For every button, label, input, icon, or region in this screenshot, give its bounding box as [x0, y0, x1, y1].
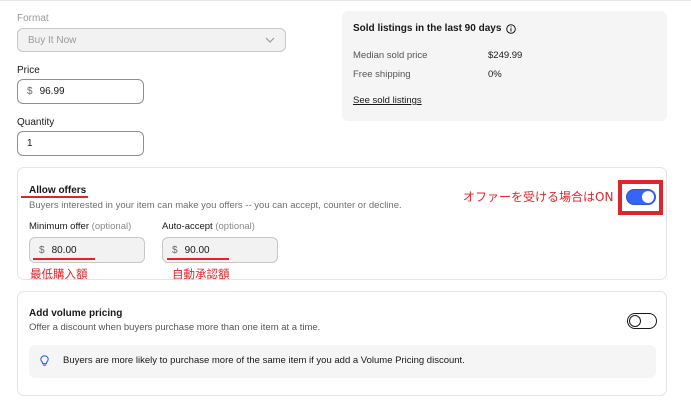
auto-accept-value: 90.00 [184, 244, 210, 256]
auto-accept-label: Auto-accept (optional) [162, 221, 255, 232]
auto-accept-underline [167, 258, 229, 260]
median-sold-price-label: Median sold price [353, 50, 428, 61]
info-icon[interactable] [506, 23, 517, 34]
toggle-knob [629, 314, 641, 327]
price-value: 96.99 [39, 86, 65, 97]
lightbulb-icon [40, 355, 49, 366]
price-input[interactable]: $ 96.99 [17, 79, 144, 104]
format-select[interactable]: Buy It Now [17, 28, 286, 52]
toggle-annotation: オファーを受ける場合はON [463, 190, 614, 204]
quantity-input[interactable]: 1 [17, 131, 144, 156]
volume-pricing-toggle[interactable] [627, 313, 657, 329]
toggle-knob [642, 191, 654, 203]
price-label: Price [17, 65, 40, 76]
sold-listings-card: Sold listings in the last 90 days Median… [342, 11, 667, 121]
free-shipping-value: 0% [488, 69, 502, 80]
top-divider [0, 0, 691, 1]
auto-accept-currency: $ [172, 244, 178, 256]
quantity-value: 1 [27, 138, 33, 149]
allow-offers-title: Allow offers [29, 185, 87, 196]
allow-offers-toggle[interactable] [626, 189, 656, 205]
format-label: Format [17, 13, 49, 24]
allow-offers-description: Buyers interested in your item can make … [29, 200, 402, 211]
volume-pricing-description: Offer a discount when buyers purchase mo… [29, 322, 321, 333]
quantity-label: Quantity [17, 117, 55, 128]
auto-accept-annotation: 自動承認額 [172, 267, 230, 281]
volume-pricing-title: Add volume pricing [29, 308, 123, 319]
free-shipping-label: Free shipping [353, 69, 411, 80]
minimum-offer-underline [33, 258, 95, 260]
minimum-offer-value: 80.00 [51, 244, 77, 256]
allow-offers-underline [21, 196, 88, 198]
minimum-offer-label: Minimum offer (optional) [29, 221, 132, 232]
median-sold-price-value: $249.99 [488, 50, 523, 61]
volume-pricing-tip-text: Buyers are more likely to purchase more … [63, 355, 465, 366]
sold-listings-header: Sold listings in the last 90 days [353, 23, 517, 34]
sold-listings-title: Sold listings in the last 90 days [353, 23, 502, 34]
price-currency: $ [27, 86, 33, 97]
minimum-offer-annotation: 最低購入額 [30, 267, 88, 281]
format-select-value: Buy It Now [28, 34, 77, 46]
chevron-down-icon [265, 37, 275, 43]
see-sold-listings-link[interactable]: See sold listings [353, 95, 422, 106]
minimum-offer-currency: $ [39, 244, 45, 256]
volume-pricing-card [17, 291, 667, 396]
volume-pricing-tip: Buyers are more likely to purchase more … [29, 345, 656, 378]
